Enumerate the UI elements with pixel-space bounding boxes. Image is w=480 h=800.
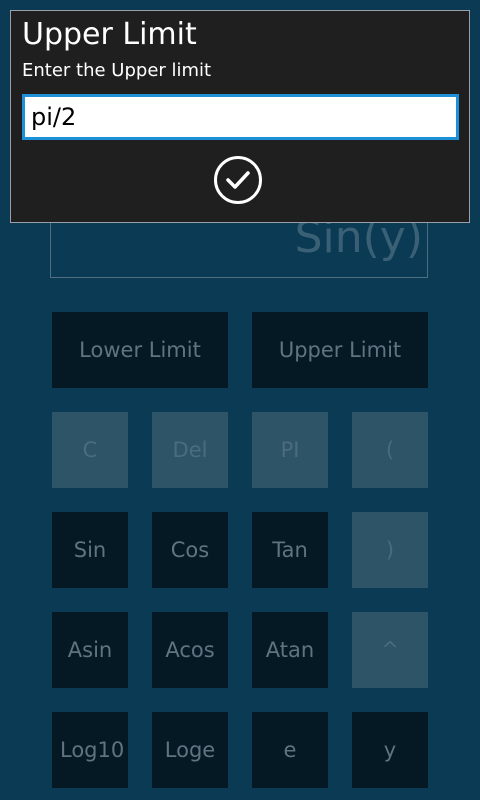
atan-button[interactable]: Atan: [252, 612, 328, 688]
y-button[interactable]: y: [352, 712, 428, 788]
confirm-button[interactable]: [214, 156, 262, 204]
loge-button[interactable]: Loge: [152, 712, 228, 788]
dialog-subtitle: Enter the Upper limit: [22, 60, 212, 81]
checkmark-icon: [226, 171, 250, 189]
upper-limit-dialog: Upper Limit Enter the Upper limit: [10, 10, 470, 223]
upper-limit-input[interactable]: [22, 94, 459, 140]
log10-button[interactable]: Log10: [52, 712, 128, 788]
asin-button[interactable]: Asin: [52, 612, 128, 688]
power-button[interactable]: ^: [352, 612, 428, 688]
clear-button[interactable]: C: [52, 412, 128, 488]
close-paren-button[interactable]: ): [352, 512, 428, 588]
tan-button[interactable]: Tan: [252, 512, 328, 588]
dialog-title: Upper Limit: [22, 17, 197, 52]
upper-limit-button[interactable]: Upper Limit: [252, 312, 428, 388]
open-paren-button[interactable]: (: [352, 412, 428, 488]
sin-button[interactable]: Sin: [52, 512, 128, 588]
acos-button[interactable]: Acos: [152, 612, 228, 688]
cos-button[interactable]: Cos: [152, 512, 228, 588]
pi-button[interactable]: PI: [252, 412, 328, 488]
lower-limit-button[interactable]: Lower Limit: [52, 312, 228, 388]
delete-button[interactable]: Del: [152, 412, 228, 488]
e-button[interactable]: e: [252, 712, 328, 788]
